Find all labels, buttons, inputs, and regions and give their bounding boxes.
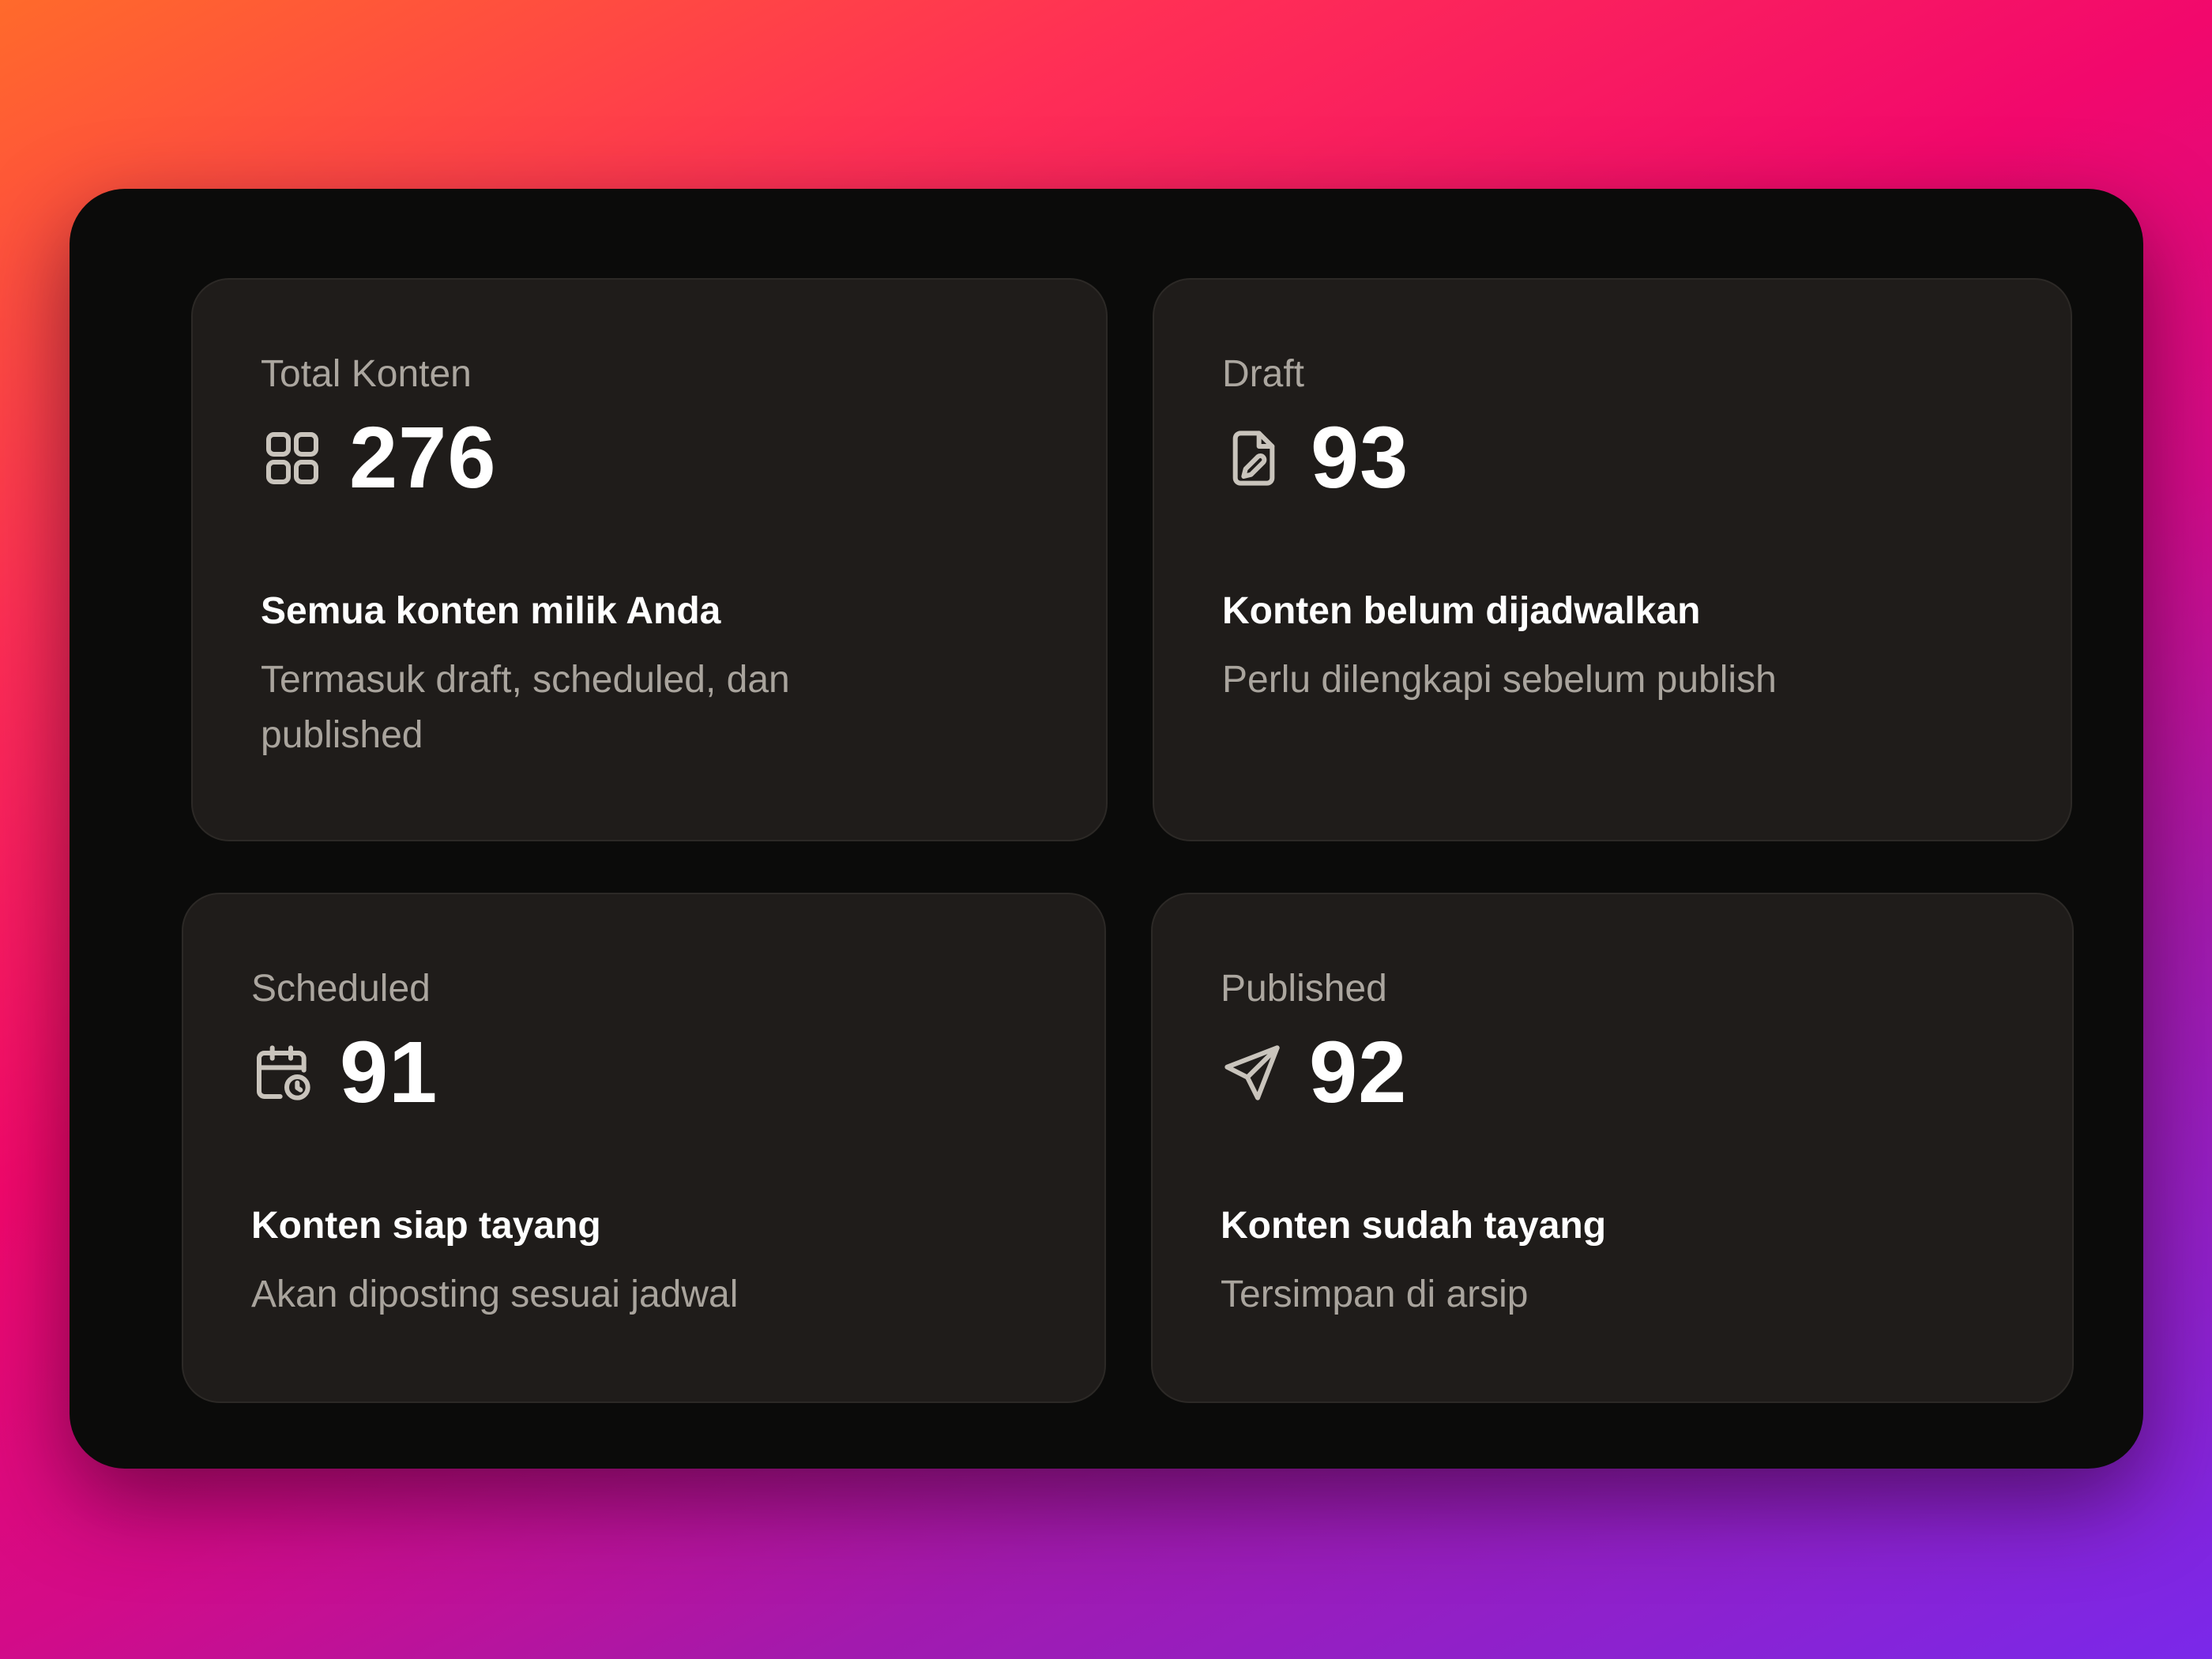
stat-card-content: Total Konten 276 Semua konten milik Anda… (261, 351, 1059, 763)
stat-title: Konten belum dijadwalkan (1222, 590, 1701, 632)
stat-label: Total Konten (261, 353, 472, 395)
stat-value-row: 92 (1221, 1025, 2025, 1120)
stat-card-content: Draft 93 Konten belum dijadwalkan Perlu … (1222, 351, 2023, 708)
calendar-clock-icon (251, 1041, 314, 1104)
stat-description: Termasuk draft, scheduled, dan published (261, 659, 790, 756)
stat-value: 276 (349, 409, 497, 506)
stat-card-content: Published 92 Konten sudah tayang Tersimp… (1221, 965, 2025, 1322)
stats-panel: Total Konten 276 Semua konten milik Anda… (70, 189, 2143, 1469)
stat-title: Semua konten milik Anda (261, 590, 721, 632)
stat-description: Perlu dilengkapi sebelum publish (1222, 659, 1777, 701)
stat-card-published[interactable]: Published 92 Konten sudah tayang Tersimp… (1151, 893, 2074, 1403)
stat-card-draft[interactable]: Draft 93 Konten belum dijadwalkan Perlu … (1153, 278, 2072, 841)
stat-description: Tersimpan di arsip (1221, 1273, 1529, 1315)
file-edit-icon (1222, 427, 1285, 490)
stat-description: Akan diposting sesuai jadwal (251, 1273, 739, 1315)
stat-title: Konten siap tayang (251, 1205, 601, 1247)
grid-icon (261, 427, 324, 490)
send-icon (1221, 1041, 1284, 1104)
stat-card-scheduled[interactable]: Scheduled 91 Konten siap tayang Akan dip… (182, 893, 1106, 1403)
stat-label: Draft (1222, 353, 1305, 395)
stat-label: Scheduled (251, 968, 431, 1010)
stat-title: Konten sudah tayang (1221, 1205, 1607, 1247)
stat-value-row: 91 (251, 1025, 1057, 1120)
stat-value-row: 93 (1222, 411, 2023, 506)
stat-card-total-konten[interactable]: Total Konten 276 Semua konten milik Anda… (191, 278, 1108, 841)
stat-label: Published (1221, 968, 1387, 1010)
stat-card-content: Scheduled 91 Konten siap tayang Akan dip… (251, 965, 1057, 1322)
stat-value-row: 276 (261, 411, 1059, 506)
stat-value: 91 (340, 1024, 438, 1121)
stat-value: 93 (1311, 409, 1409, 506)
stat-value: 92 (1309, 1024, 1408, 1121)
